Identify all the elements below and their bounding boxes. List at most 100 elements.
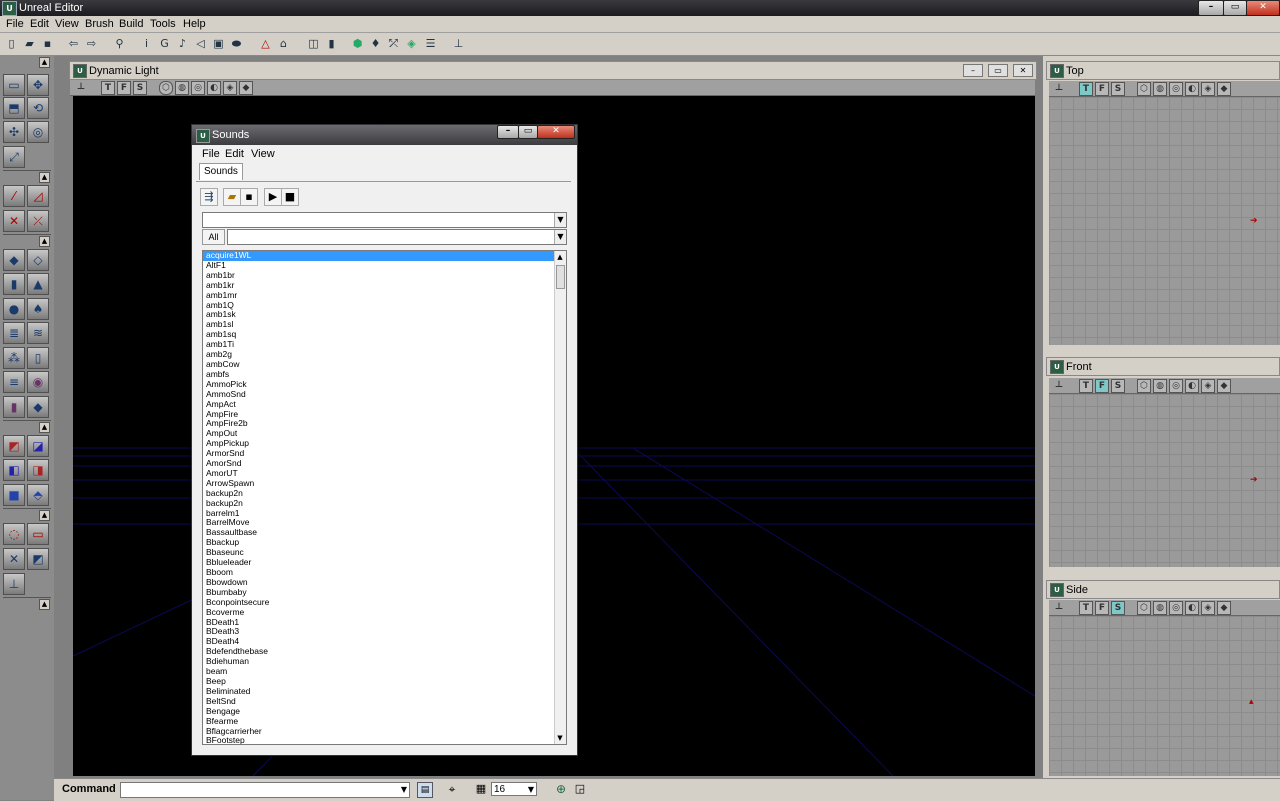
snap-icon[interactable]: ⊕ xyxy=(554,782,568,796)
player-icon[interactable]: ⊥ xyxy=(1053,82,1065,94)
wireframe-icon[interactable]: ⬡ xyxy=(1137,379,1151,393)
scroll-up-icon[interactable]: ▲ xyxy=(556,253,564,261)
view-front-button[interactable]: F xyxy=(1095,379,1109,393)
list-item[interactable]: Bfearme xyxy=(203,716,566,727)
menu-view[interactable]: View xyxy=(55,18,79,30)
select-none-icon[interactable]: ✕ xyxy=(3,548,25,570)
sound-icon[interactable]: ◁ xyxy=(193,36,208,51)
list-item[interactable]: amb1sq xyxy=(203,329,566,340)
deintersect-brush-icon[interactable]: ◨ xyxy=(27,459,49,481)
player-icon[interactable]: ⊥ xyxy=(451,36,466,51)
polygon-icon[interactable]: ◎ xyxy=(27,121,49,143)
texture-pan-icon[interactable]: ⁄ xyxy=(3,185,25,207)
texture-view-icon[interactable]: ◎ xyxy=(191,81,205,95)
cone-brush-icon[interactable]: ▲ xyxy=(27,273,49,295)
realtime-icon[interactable]: ◆ xyxy=(1217,82,1231,96)
list-item[interactable]: Beliminated xyxy=(203,686,566,697)
list-item[interactable]: backup2n xyxy=(203,498,566,509)
sounds-menu-view[interactable]: View xyxy=(251,148,275,160)
save-icon[interactable]: ▪ xyxy=(40,36,55,51)
scroll-thumb[interactable] xyxy=(556,265,565,289)
zone-icon[interactable]: ◍ xyxy=(1153,379,1167,393)
dynamic-light-icon[interactable]: ◈ xyxy=(1201,82,1215,96)
browser-icon[interactable]: ▮ xyxy=(324,36,339,51)
save-package-icon[interactable]: ▪ xyxy=(240,188,258,206)
list-item[interactable]: AltF1 xyxy=(203,260,566,271)
list-item[interactable]: AmorSnd xyxy=(203,458,566,469)
misc-tool-icon[interactable]: ⊥ xyxy=(3,573,25,595)
spire-brush-icon[interactable]: ♠ xyxy=(27,298,49,320)
settings-icon[interactable]: ☰ xyxy=(423,36,438,51)
maximize-viewport-icon[interactable]: ◲ xyxy=(573,782,587,796)
wireframe-icon[interactable]: ⬡ xyxy=(1137,601,1151,615)
list-item[interactable]: Bdiehuman xyxy=(203,656,566,667)
collapse-icon[interactable]: ▲ xyxy=(39,172,50,183)
list-item[interactable]: Bdefendthebase xyxy=(203,646,566,657)
subtract-brush-icon[interactable]: ◪ xyxy=(27,435,49,457)
close-button[interactable]: ✕ xyxy=(537,125,575,139)
list-item[interactable]: Bbackup xyxy=(203,537,566,548)
crosshair-icon[interactable]: ⌖ xyxy=(445,782,459,796)
grid-size-dropdown[interactable]: 16 ▼ xyxy=(491,782,537,796)
menu-build[interactable]: Build xyxy=(119,18,143,30)
list-item[interactable]: barrelm1 xyxy=(203,508,566,519)
lighting-view-icon[interactable]: ◐ xyxy=(1185,82,1199,96)
menu-file[interactable]: File xyxy=(6,18,24,30)
list-item[interactable]: ambCow xyxy=(203,359,566,370)
player-icon[interactable]: ⊥ xyxy=(75,81,87,93)
camera-icon[interactable]: ⤱ xyxy=(386,36,401,51)
list-item[interactable]: BarrelMove xyxy=(203,518,566,528)
list-item[interactable]: amb1kr xyxy=(203,280,566,291)
viewport-minimize-button[interactable]: – xyxy=(963,64,983,77)
list-item[interactable]: AmmoPick xyxy=(203,379,566,390)
player-icon[interactable]: ⊥ xyxy=(1053,601,1065,613)
sliders-icon[interactable]: ◈ xyxy=(404,36,419,51)
shape-icon[interactable]: ⌂ xyxy=(276,36,291,51)
light-icon[interactable]: ⬢ xyxy=(350,36,365,51)
lighting-view-icon[interactable]: ◐ xyxy=(207,81,221,95)
collapse-icon[interactable]: ▲ xyxy=(39,510,50,521)
brush-icon[interactable]: △ xyxy=(258,36,273,51)
torus-brush-icon[interactable]: ◉ xyxy=(27,371,49,393)
cylinder-brush-icon[interactable]: ▮ xyxy=(3,273,25,295)
add-mover-icon[interactable]: ■ xyxy=(3,484,25,506)
list-item[interactable]: Bassaultbase xyxy=(203,527,566,538)
list-item[interactable]: amb1br xyxy=(203,270,566,281)
top-viewport-canvas[interactable]: ➔ xyxy=(1049,97,1280,345)
texture-view-icon[interactable]: ◎ xyxy=(1169,379,1183,393)
realtime-icon[interactable]: ◆ xyxy=(1217,601,1231,615)
view-top-button[interactable]: T xyxy=(1079,379,1093,393)
list-item[interactable]: AmpFire xyxy=(203,409,566,420)
viewport-close-button[interactable]: ✕ xyxy=(1013,64,1033,77)
view-top-button[interactable]: T xyxy=(101,81,115,95)
texture-view-icon[interactable]: ◎ xyxy=(1169,82,1183,96)
sphere-brush-icon[interactable]: ● xyxy=(3,298,25,320)
import-icon[interactable]: ⇶ xyxy=(200,188,218,206)
open-file-icon[interactable]: ▰ xyxy=(22,36,37,51)
package-dropdown[interactable]: ▼ xyxy=(202,212,567,228)
front-viewport-canvas[interactable]: ➔ xyxy=(1049,394,1280,567)
list-item[interactable]: amb1Ti xyxy=(203,339,566,350)
tools-icon[interactable]: ♦ xyxy=(368,36,383,51)
list-item[interactable]: AmpPickup xyxy=(203,438,566,449)
add-special-icon[interactable]: ⬘ xyxy=(27,484,49,506)
zone-icon[interactable]: ◍ xyxy=(175,81,189,95)
show-selected-icon[interactable]: ◌ xyxy=(3,523,25,545)
maximize-button[interactable]: ▭ xyxy=(1223,0,1247,16)
list-item[interactable]: amb1sk xyxy=(203,310,566,320)
cube-brush-icon[interactable]: ◆ xyxy=(3,249,25,271)
list-item[interactable]: AmpOut xyxy=(203,428,566,439)
dynamic-light-icon[interactable]: ◈ xyxy=(1201,601,1215,615)
redo-icon[interactable]: ⇨ xyxy=(84,36,99,51)
list-item[interactable]: Bconpointsecure xyxy=(203,597,566,608)
menu-tools[interactable]: Tools xyxy=(150,18,176,30)
list-item[interactable]: Bblueleader xyxy=(203,557,566,568)
sounds-menu-file[interactable]: File xyxy=(202,148,220,160)
view-front-button[interactable]: F xyxy=(1095,601,1109,615)
list-item[interactable]: Bflagcarrierher xyxy=(203,726,566,737)
list-item[interactable]: AmorUT xyxy=(203,468,566,479)
view-side-button[interactable]: S xyxy=(1111,379,1125,393)
view-front-button[interactable]: F xyxy=(1095,82,1109,96)
minimize-button[interactable]: – xyxy=(497,125,519,139)
list-item[interactable]: amb1mr xyxy=(203,290,566,301)
